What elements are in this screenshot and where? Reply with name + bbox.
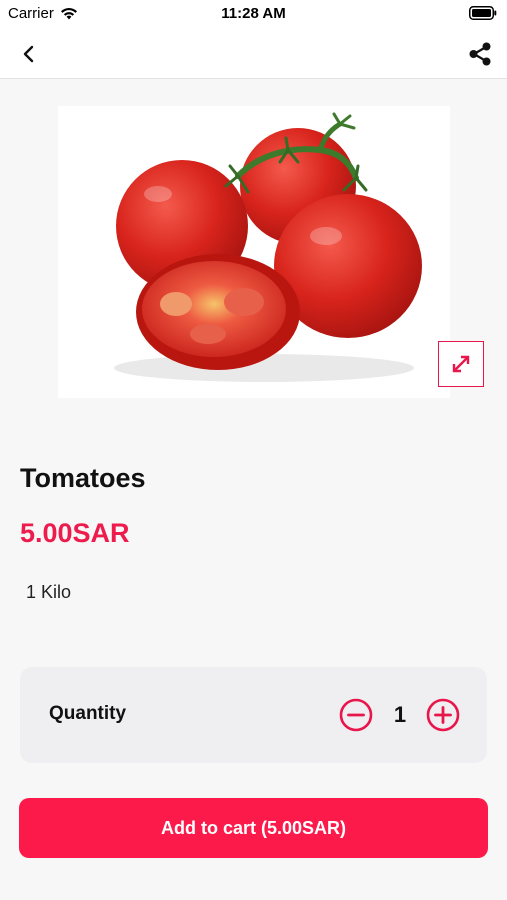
product-image[interactable] (58, 106, 450, 398)
quantity-label: Quantity (49, 703, 127, 724)
plus-circle-icon (426, 698, 460, 732)
back-button[interactable] (14, 39, 44, 69)
chevron-left-icon (23, 45, 34, 63)
quantity-card: Quantity 1 (20, 667, 487, 763)
share-button[interactable] (465, 39, 495, 69)
add-to-cart-label: Add to cart (5.00SAR) (160, 817, 347, 838)
tomatoes-image (114, 112, 422, 382)
increase-quantity-button[interactable] (426, 698, 460, 732)
decrease-quantity-button[interactable] (339, 698, 373, 732)
expand-image-button[interactable] (438, 341, 484, 387)
battery-icon (469, 6, 497, 25)
share-icon (469, 42, 491, 66)
nav-bar (0, 28, 507, 79)
add-to-cart-button[interactable]: Add to cart (5.00SAR) (19, 798, 488, 858)
expand-icon (452, 355, 470, 373)
status-bar: Carrier 11:28 AM (0, 0, 507, 28)
product-title: Tomatoes (20, 463, 146, 493)
product-price: 5.00SAR (20, 518, 130, 548)
product-unit: 1 Kilo (26, 582, 72, 602)
minus-circle-icon (339, 698, 373, 732)
status-time: 11:28 AM (221, 5, 286, 22)
quantity-value: 1 (393, 702, 407, 727)
